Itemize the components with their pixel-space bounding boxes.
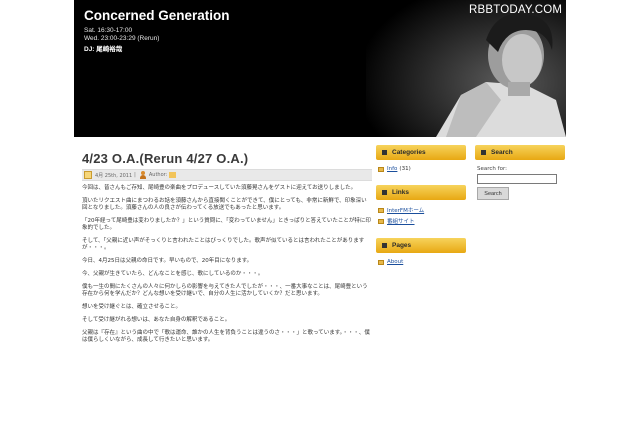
post-paragraph: 父親は『存在』という曲の中で「歌は運命、誰かの人生を背負うことは違うのさ・・・」… [82,330,370,343]
post-body: 今回は、皆さんもご存知、尾崎豊の楽曲をプロデュースしていた須藤晃さんをゲストに迎… [82,185,372,344]
pages-widget: Pages About [376,238,466,270]
bullet-icon [481,150,486,155]
categories-widget: Categories Info (31) [376,145,466,177]
categories-title: Categories [392,149,426,156]
page-item[interactable]: About [378,259,464,265]
sidebar-left: Categories Info (31) Links InterFMホーム 番組… [376,145,466,278]
site-title[interactable]: Concerned Generation [84,8,230,23]
widget-title: Pages [376,238,466,253]
link-program-site[interactable]: 番組サイト [387,217,415,225]
category-item-info[interactable]: Info (31) [378,166,464,172]
folder-icon [378,166,384,172]
bullet-icon [382,243,387,248]
links-widget: Links InterFMホーム 番組サイト [376,185,466,230]
dj-portrait-photo [366,0,566,137]
post-title[interactable]: 4/23 O.A.(Rerun 4/27 O.A.) [82,151,372,166]
search-label: Search for: [477,166,507,172]
link-item[interactable]: InterFMホーム [378,206,464,214]
bullet-icon [382,150,387,155]
dj-line: DJ: 尾崎裕哉 [84,46,123,53]
widget-title: Search [475,145,565,160]
post-paragraph: 頂いたリクエスト曲にまつわるお話を須藤さんから直接聞くことができて、僕にとっても… [82,198,367,211]
widget-title: Links [376,185,466,200]
links-title: Links [392,189,409,196]
search-title: Search [491,149,513,156]
post-meta: 4月 25th, 2011 | Author: [82,169,372,181]
search-button[interactable]: Search [477,187,509,200]
category-count: (31) [399,166,411,172]
link-item[interactable]: 番組サイト [378,217,464,225]
link-interfm[interactable]: InterFMホーム [387,206,424,214]
post-paragraph: そして、「父親に近い声がそっくりと言われたことはびっくりでした。歌声が似ていると… [82,238,365,251]
category-link[interactable]: Info [387,166,397,172]
search-input[interactable] [477,174,557,184]
post-date: 4月 25th, 2011 [95,172,133,179]
schedule-line-2: Wed. 23:00-23:29 (Rerun) [84,35,160,42]
post-paragraph: そして受け継がれる想いは、あなた自身の解釈であること。 [82,317,231,323]
content-area: 4/23 O.A.(Rerun 4/27 O.A.) 4月 25th, 2011… [74,137,566,426]
schedule-line-1: Sat. 16:30-17:00 [84,27,133,34]
post-paragraph: 今回は、皆さんもご存知、尾崎豊の楽曲をプロデュースしていた須藤晃さんをゲストに迎… [82,185,357,191]
header-banner: RBBTODAY.COM Concerned Generation Sat. 1… [74,0,566,137]
bullet-icon [382,190,387,195]
post-paragraph: 僕も一生の間にたくさんの人々に何かしらの影響を与えてきた人でしたが・・・、一番大… [82,284,368,297]
post-paragraph: 今日、4月25日は父親の命日です。早いもので、20年目になります。 [82,258,253,264]
author-label: Author: [148,172,168,178]
blog-post: 4/23 O.A.(Rerun 4/27 O.A.) 4月 25th, 2011… [82,151,372,350]
sidebar-right: Search Search for: Search [475,145,565,210]
pages-title: Pages [392,242,412,249]
post-paragraph: 「20年経って尾崎豊は変わりましたか？」という質問に、「変わっていません」ときっ… [82,218,371,231]
watermark: RBBTODAY.COM [469,4,563,16]
site-container: RBBTODAY.COM Concerned Generation Sat. 1… [74,0,566,426]
page-link-about[interactable]: About [387,259,403,265]
post-paragraph: 今、父親が生きていたら、どんなことを感じ、歌にしているのか・・・。 [82,271,264,277]
post-paragraph: 想いを受け継ぐとは、確立させること。 [82,304,182,310]
link-icon [378,207,384,213]
search-widget: Search Search for: Search [475,145,565,202]
page-icon [378,259,384,265]
author-icon [139,171,146,179]
widget-title: Categories [376,145,466,160]
home-icon[interactable] [169,172,177,178]
calendar-icon [84,171,92,179]
link-icon [378,218,384,224]
